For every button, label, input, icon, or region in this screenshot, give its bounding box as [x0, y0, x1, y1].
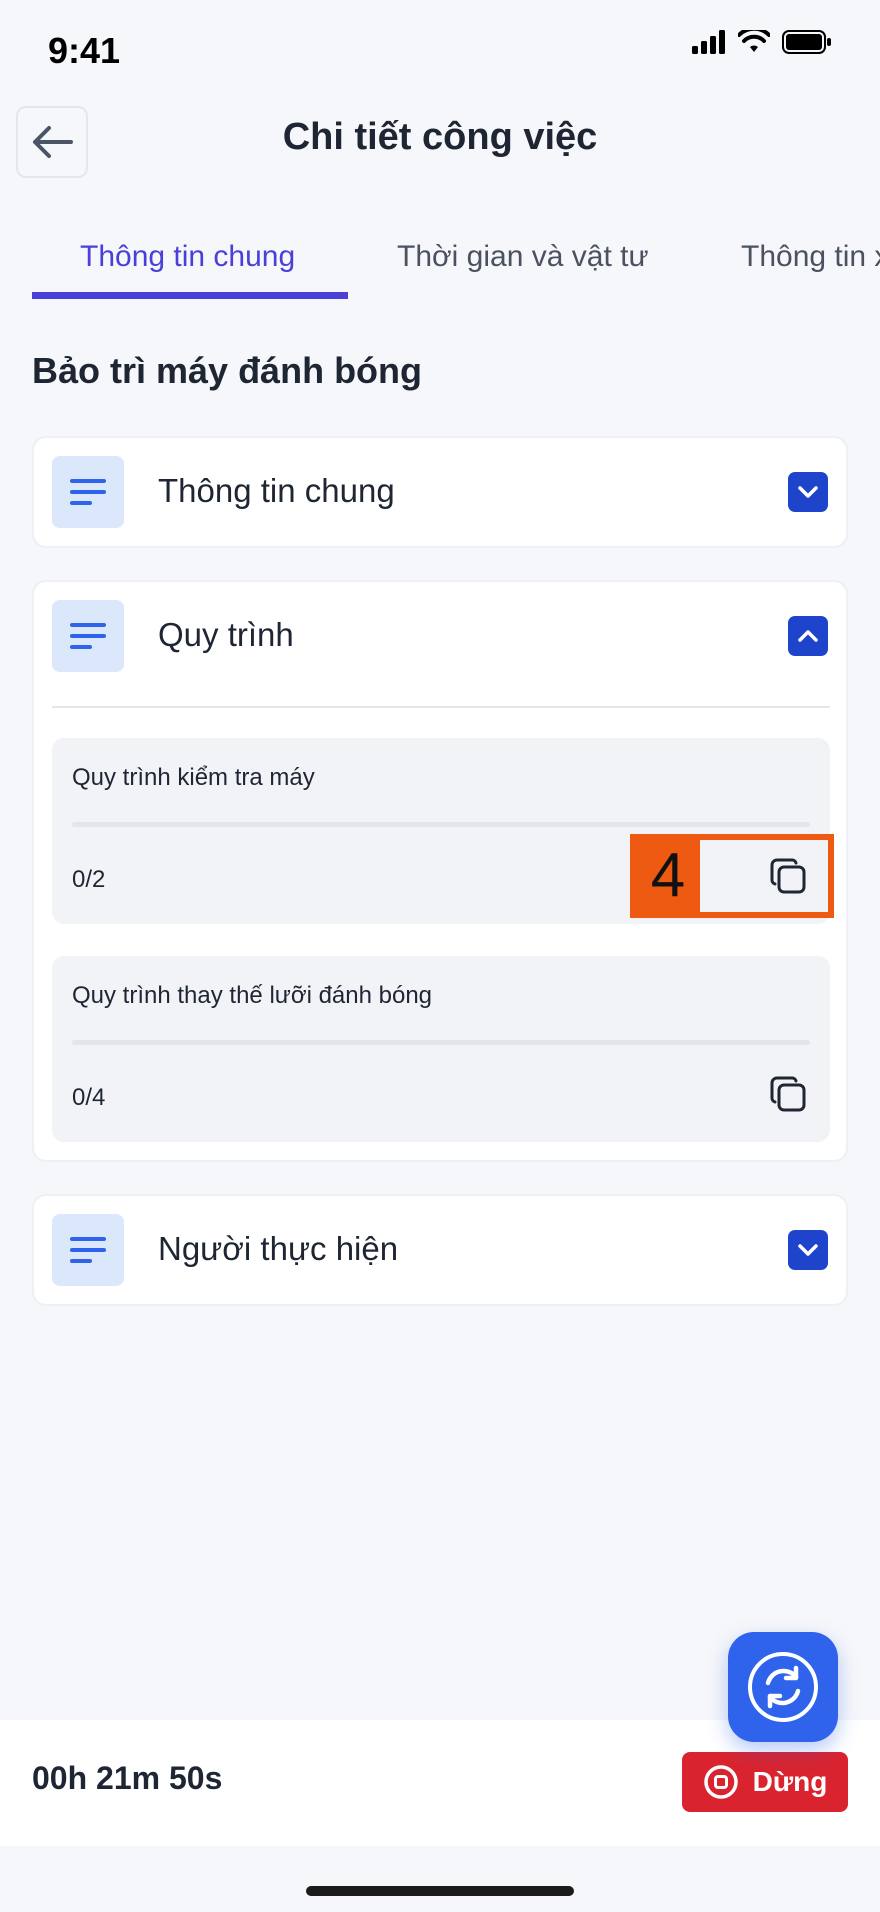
- process-name: Quy trình thay thế lưỡi đánh bóng: [72, 982, 433, 1009]
- section-header-general-info[interactable]: Thông tin chung: [34, 438, 846, 546]
- page-title: Chi tiết công việc: [282, 116, 598, 158]
- tab-time-materials[interactable]: Thời gian và vật tư: [397, 240, 649, 274]
- battery-icon: [782, 30, 831, 54]
- expand-button[interactable]: [788, 1230, 828, 1270]
- section-assignee: Người thực hiện: [32, 1194, 848, 1306]
- section-title: Quy trình: [158, 616, 294, 653]
- copy-button[interactable]: [766, 1072, 810, 1116]
- stop-button-label: Dừng: [752, 1766, 828, 1797]
- job-title: Bảo trì máy đánh bóng: [32, 350, 423, 391]
- wifi-icon: [738, 30, 770, 52]
- progress-bar: [72, 822, 810, 827]
- section-title: Thông tin chung: [158, 472, 395, 509]
- active-tab-indicator: [32, 292, 348, 299]
- tab-more-info[interactable]: Thông tin x: [741, 240, 880, 274]
- divider: [52, 706, 830, 708]
- process-name: Quy trình kiểm tra máy: [72, 764, 315, 791]
- stop-button[interactable]: Dừng: [682, 1752, 848, 1812]
- list-icon: [52, 1214, 124, 1286]
- signal-icon: [692, 30, 725, 54]
- sync-icon: [748, 1652, 818, 1722]
- section-header-process[interactable]: Quy trình: [34, 582, 846, 690]
- list-icon: [52, 456, 124, 528]
- status-bar: 9:41: [0, 0, 880, 100]
- sync-button[interactable]: [728, 1632, 838, 1742]
- annotation-marker: 4: [630, 834, 834, 918]
- annotation-marker-label: 4: [636, 840, 700, 912]
- section-title: Người thực hiện: [158, 1230, 399, 1267]
- section-general-info: Thông tin chung: [32, 436, 848, 548]
- status-icons: [692, 30, 832, 54]
- tab-bar: Thông tin chung Thời gian và vật tư Thôn…: [0, 240, 880, 300]
- chevron-down-icon: [798, 1244, 818, 1256]
- process-count: 0/2: [72, 866, 106, 893]
- copy-icon: [770, 1076, 806, 1112]
- process-count: 0/4: [72, 1084, 106, 1111]
- collapse-button[interactable]: [788, 616, 828, 656]
- tab-general-info[interactable]: Thông tin chung: [80, 240, 295, 274]
- elapsed-timer: 00h 21m 50s: [32, 1760, 223, 1796]
- list-icon: [52, 600, 124, 672]
- section-header-assignee[interactable]: Người thực hiện: [34, 1196, 846, 1304]
- status-time: 9:41: [48, 30, 121, 71]
- chevron-down-icon: [798, 486, 818, 498]
- chevron-up-icon: [798, 630, 818, 642]
- progress-bar: [72, 1040, 810, 1045]
- stop-circle-icon: [703, 1765, 738, 1799]
- home-indicator: [306, 1886, 574, 1896]
- expand-button[interactable]: [788, 472, 828, 512]
- process-item[interactable]: Quy trình thay thế lưỡi đánh bóng 0/4: [52, 956, 830, 1142]
